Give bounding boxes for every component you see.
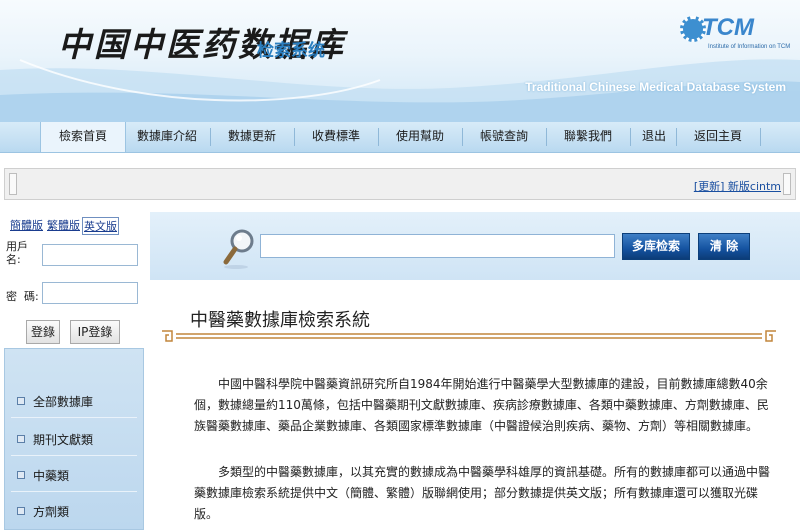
- multi-db-search-button[interactable]: 多库检索: [622, 233, 690, 260]
- tcm-logo-text: TCM: [702, 14, 754, 41]
- database-category-panel: 全部數據庫 期刊文獻類 中藥類 方劑類: [4, 348, 144, 530]
- db-item-label: 中藥類: [33, 469, 70, 483]
- username-label: 用戶名:: [6, 240, 28, 266]
- main-content: 中醫藥數據庫檢索系統 中國中醫科學院中醫藥資訊研究所自1984年開始進行中醫藥學…: [150, 280, 800, 530]
- nav-help[interactable]: 使用幫助: [382, 122, 458, 152]
- tcm-logo: TCM Institute of Information on TCM: [680, 14, 790, 60]
- nav-account-query[interactable]: 帳號查詢: [466, 122, 542, 152]
- nav-divider: [462, 128, 463, 146]
- nav-pricing[interactable]: 收費標準: [298, 122, 374, 152]
- nav-search-home[interactable]: 檢索首頁: [40, 122, 126, 152]
- nav-divider: [760, 128, 761, 146]
- login-button[interactable]: 登錄: [26, 320, 60, 344]
- bullet-icon: [17, 507, 25, 515]
- nav-logout[interactable]: 退出: [634, 122, 674, 152]
- db-item-formulas[interactable]: 方劑類: [17, 503, 69, 520]
- logo-subtitle: 检索系统: [257, 41, 325, 61]
- password-label: 密 碼:: [6, 290, 39, 303]
- lang-traditional-link[interactable]: 繁體版: [47, 217, 80, 233]
- divider: [11, 455, 137, 456]
- main-nav: 檢索首頁 數據庫介紹 數據更新 收費標準 使用幫助 帳號查詢 聯繫我們 退出 返…: [0, 122, 800, 153]
- nav-divider: [546, 128, 547, 146]
- ip-login-button[interactable]: IP登錄: [70, 320, 120, 344]
- lang-english-link[interactable]: 英文版: [82, 217, 119, 235]
- divider: [11, 417, 137, 418]
- decorative-title-rule: [162, 330, 776, 342]
- bullet-icon: [17, 471, 25, 479]
- db-item-herbs[interactable]: 中藥類: [17, 467, 69, 484]
- nav-database-intro[interactable]: 數據庫介紹: [128, 122, 206, 152]
- search-input[interactable]: [260, 234, 615, 258]
- divider: [11, 491, 137, 492]
- clear-button[interactable]: 清 除: [698, 233, 750, 260]
- db-item-journals[interactable]: 期刊文獻類: [17, 431, 93, 448]
- nav-divider: [630, 128, 631, 146]
- db-item-all[interactable]: 全部數據庫: [17, 393, 93, 410]
- nav-divider: [210, 128, 211, 146]
- update-link[interactable]: [更新] 新版cintm: [694, 178, 781, 194]
- intro-paragraph-2: 多類型的中醫藥數據庫，以其充實的數據成為中醫藥學科雄厚的資訊基礎。所有的數據庫都…: [194, 465, 771, 521]
- db-item-label: 方劑類: [33, 505, 70, 519]
- password-input[interactable]: [42, 282, 138, 304]
- nav-divider: [676, 128, 677, 146]
- lang-simplified-link[interactable]: 簡體版: [10, 217, 43, 233]
- info-bar: [更新] 新版cintm: [4, 168, 796, 200]
- nav-contact-us[interactable]: 聯繫我們: [550, 122, 626, 152]
- db-item-label: 全部數據庫: [33, 395, 94, 409]
- bullet-icon: [17, 397, 25, 405]
- db-item-label: 期刊文獻類: [33, 433, 94, 447]
- info-bar-right-cap: [783, 173, 791, 195]
- header-banner: 中国中医药数据库 检索系统 TCM Institute of Informati…: [0, 0, 800, 122]
- intro-paragraph: 中國中醫科學院中醫藥資訊研究所自1984年開始進行中醫藥學大型數據庫的建設，目前…: [194, 377, 769, 433]
- tcm-logo-subtext: Institute of Information on TCM: [708, 44, 791, 50]
- nav-data-update[interactable]: 數據更新: [214, 122, 290, 152]
- nav-divider: [378, 128, 379, 146]
- system-english-title: Traditional Chinese Medical Database Sys…: [525, 80, 786, 94]
- nav-return-home[interactable]: 返回主頁: [680, 122, 756, 152]
- bullet-icon: [17, 435, 25, 443]
- nav-divider: [294, 128, 295, 146]
- left-sidebar: 簡體版 繁體版 英文版 用戶名: 密 碼: 登錄 IP登錄 全部數據庫 期刊文獻…: [4, 212, 144, 530]
- username-input[interactable]: [42, 244, 138, 266]
- magnifier-icon: [223, 229, 254, 269]
- info-bar-left-cap: [9, 173, 17, 195]
- search-area: 多库检索 清 除: [150, 212, 800, 280]
